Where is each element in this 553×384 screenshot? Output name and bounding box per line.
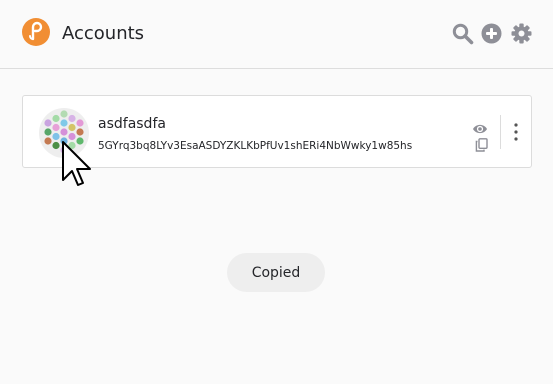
search-icon[interactable]	[452, 23, 474, 45]
copy-icon[interactable]	[475, 137, 488, 152]
account-address: 5GYrq3bq8LYv3EsaASDYZKLKbPfUv1shERi4NbWw…	[98, 140, 413, 152]
copied-toast: Copied	[227, 253, 325, 292]
account-name: asdfasdfa	[98, 116, 166, 132]
account-card[interactable]: asdfasdfa 5GYrq3bq8LYv3EsaASDYZKLKbPfUv1…	[22, 95, 532, 168]
mouse-pointer-icon	[61, 140, 93, 188]
gear-icon[interactable]	[511, 23, 532, 44]
page-title: Accounts	[62, 23, 145, 44]
plus-circle-icon[interactable]	[481, 23, 502, 44]
card-divider	[500, 115, 501, 149]
eye-icon[interactable]	[472, 120, 488, 134]
polkadot-logo-icon	[22, 18, 50, 46]
app-header: Accounts	[0, 0, 553, 69]
vertical-dots-icon[interactable]	[510, 122, 522, 142]
toast-text: Copied	[251, 264, 301, 281]
